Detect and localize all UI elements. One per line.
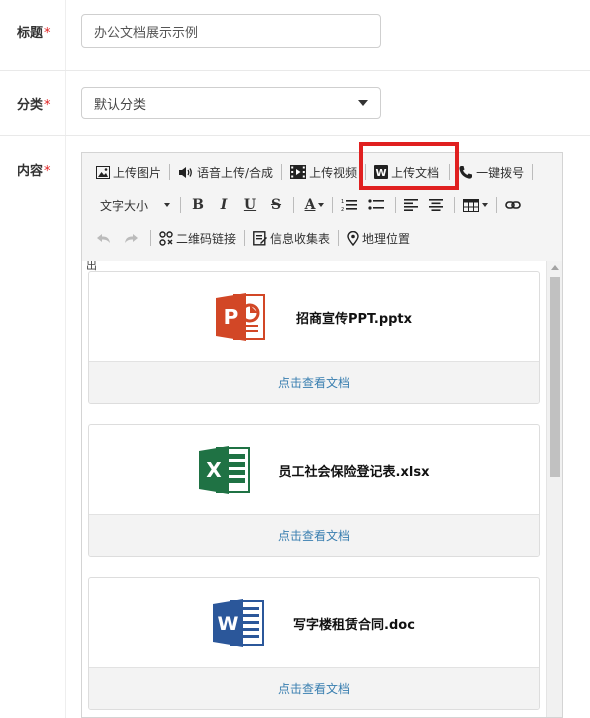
svg-text:X: X bbox=[206, 458, 222, 482]
toolbar-divider bbox=[496, 197, 497, 213]
phone-icon bbox=[459, 165, 473, 179]
chevron-down-icon bbox=[482, 203, 488, 207]
font-color-glyph: A bbox=[304, 197, 316, 213]
strikethrough-button[interactable]: S bbox=[263, 197, 289, 213]
chevron-down-icon bbox=[358, 100, 368, 106]
link-button[interactable] bbox=[501, 193, 528, 217]
undo-button[interactable] bbox=[92, 226, 119, 250]
redo-icon bbox=[125, 234, 138, 243]
upload-document-button[interactable]: W 上传文档 bbox=[370, 160, 443, 184]
svg-text:P: P bbox=[224, 305, 239, 329]
font-color-button[interactable]: A bbox=[298, 193, 328, 217]
toolbar-divider bbox=[532, 164, 534, 180]
document-name: 员工社会保险登记表.xlsx bbox=[278, 464, 430, 480]
toolbar-divider bbox=[365, 164, 367, 180]
bullet-list-icon bbox=[368, 199, 384, 210]
toolbar-divider bbox=[293, 197, 294, 213]
editor-content[interactable]: 出 P 招商宣传PPT.pptx 点击查看文档 X 员工社会保险登记表.xlsx… bbox=[82, 261, 562, 717]
toolbar-divider bbox=[454, 197, 455, 213]
table-button[interactable] bbox=[459, 193, 492, 217]
upload-image-button[interactable]: 上传图片 bbox=[92, 160, 165, 184]
vertical-scrollbar[interactable] bbox=[546, 261, 562, 717]
scrollbar-thumb[interactable] bbox=[550, 277, 560, 477]
map-pin-icon bbox=[347, 230, 359, 246]
toolbar-divider bbox=[180, 197, 181, 213]
voice-upload-button[interactable]: 语音上传/合成 bbox=[174, 160, 277, 184]
toolbar-row-1: 上传图片 语音上传/合成 上传视频 W 上传文档 一键拨号 bbox=[92, 157, 537, 187]
align-center-icon bbox=[429, 199, 443, 211]
svg-text:2: 2 bbox=[341, 207, 344, 212]
table-icon bbox=[463, 198, 479, 212]
toolbar-divider bbox=[281, 164, 283, 180]
toolbar-divider bbox=[332, 197, 333, 213]
form-icon bbox=[253, 230, 268, 246]
chevron-down-icon bbox=[318, 203, 324, 207]
chevron-down-icon bbox=[164, 203, 170, 207]
ordered-list-icon: 12 bbox=[341, 199, 357, 212]
align-left-button[interactable] bbox=[400, 193, 425, 217]
info-form-button[interactable]: 信息收集表 bbox=[249, 226, 334, 250]
document-name: 写字楼租赁合同.doc bbox=[293, 617, 415, 633]
speaker-icon bbox=[179, 166, 192, 178]
redo-button[interactable] bbox=[119, 226, 146, 250]
svg-text:1: 1 bbox=[341, 199, 344, 205]
toolbar-divider bbox=[150, 230, 151, 246]
one-click-dial-button[interactable]: 一键拨号 bbox=[454, 160, 528, 184]
view-document-link[interactable]: 点击查看文档 bbox=[89, 361, 539, 403]
toolbar-row-3: 二维码链接 信息收集表 地理位置 bbox=[92, 223, 414, 253]
toolbar-divider bbox=[244, 230, 246, 246]
scroll-up-icon[interactable] bbox=[551, 265, 559, 270]
unordered-list-button[interactable] bbox=[364, 193, 391, 217]
location-button[interactable]: 地理位置 bbox=[343, 226, 414, 250]
toolbar-divider bbox=[338, 230, 340, 246]
title-label: 标题* bbox=[17, 26, 51, 41]
document-card-header: P 招商宣传PPT.pptx bbox=[89, 272, 539, 362]
align-center-button[interactable] bbox=[425, 193, 450, 217]
document-card-ppt[interactable]: P 招商宣传PPT.pptx 点击查看文档 bbox=[88, 271, 540, 404]
word-icon: W bbox=[213, 599, 265, 647]
word-document-icon: W bbox=[374, 165, 389, 179]
image-icon bbox=[96, 165, 110, 179]
document-card-header: X 员工社会保险登记表.xlsx bbox=[89, 425, 539, 515]
italic-button[interactable]: I bbox=[211, 197, 237, 213]
category-select[interactable]: 默认分类 bbox=[81, 87, 381, 119]
toolbar-divider bbox=[395, 197, 396, 213]
undo-icon bbox=[97, 234, 110, 243]
view-document-link[interactable]: 点击查看文档 bbox=[89, 667, 539, 709]
document-card-word[interactable]: W 写字楼租赁合同.doc 点击查看文档 bbox=[88, 577, 540, 710]
title-input[interactable] bbox=[81, 14, 381, 48]
toolbar-divider bbox=[169, 164, 171, 180]
ordered-list-button[interactable]: 12 bbox=[337, 193, 364, 217]
bold-button[interactable]: B bbox=[185, 197, 211, 213]
rich-text-editor: 上传图片 语音上传/合成 上传视频 W 上传文档 一键拨号 文字大小 B I U… bbox=[81, 152, 563, 718]
font-size-select[interactable]: 文字大小 bbox=[96, 197, 176, 214]
qr-link-button[interactable]: 二维码链接 bbox=[155, 226, 240, 250]
qr-link-icon bbox=[159, 230, 173, 246]
upload-video-button[interactable]: 上传视频 bbox=[286, 160, 361, 184]
svg-text:W: W bbox=[218, 613, 239, 635]
category-value: 默认分类 bbox=[94, 97, 147, 113]
category-label: 分类* bbox=[17, 98, 51, 113]
svg-text:W: W bbox=[376, 168, 387, 179]
underline-button[interactable]: U bbox=[237, 197, 263, 213]
content-label: 内容* bbox=[17, 164, 51, 179]
link-icon bbox=[505, 201, 521, 209]
align-left-icon bbox=[404, 199, 418, 211]
toolbar-row-2: 文字大小 B I U S A 12 bbox=[96, 190, 528, 220]
excel-icon: X bbox=[198, 446, 250, 494]
video-icon bbox=[290, 165, 307, 179]
powerpoint-icon: P bbox=[215, 293, 265, 341]
toolbar-divider bbox=[449, 164, 451, 180]
document-card-header: W 写字楼租赁合同.doc bbox=[89, 578, 539, 668]
row-divider bbox=[0, 70, 590, 71]
document-name: 招商宣传PPT.pptx bbox=[295, 311, 413, 327]
document-card-excel[interactable]: X 员工社会保险登记表.xlsx 点击查看文档 bbox=[88, 424, 540, 557]
view-document-link[interactable]: 点击查看文档 bbox=[89, 514, 539, 556]
row-divider bbox=[0, 135, 590, 136]
